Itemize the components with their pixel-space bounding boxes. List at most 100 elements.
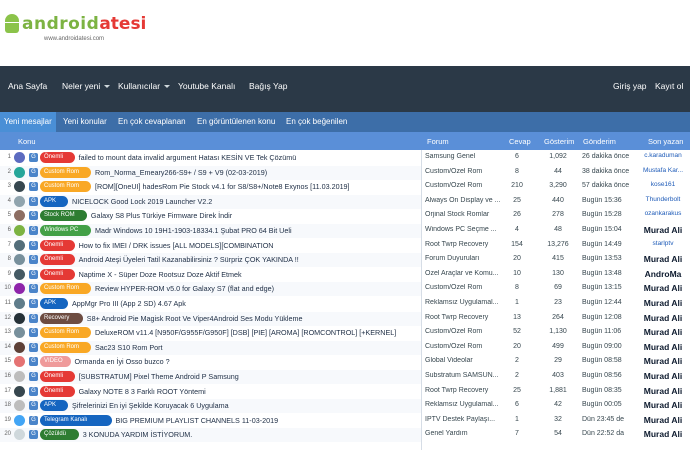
topic-title-link[interactable]: 3 KONUDA YARDIM İSTİYORUM.	[83, 430, 193, 439]
avatar[interactable]	[14, 385, 25, 397]
forum-link[interactable]: Custom/Özel Rom	[425, 343, 505, 350]
forum-link[interactable]: Custom/Özel Rom	[425, 182, 505, 189]
topic-title-link[interactable]: BIG PREMIUM PLAYLIST CHANNELS 11-03-2019	[116, 416, 279, 425]
forum-link[interactable]: Custom/Özel Rom	[425, 168, 505, 175]
col-sent[interactable]: Gönderim	[583, 137, 616, 146]
avatar[interactable]	[14, 371, 25, 382]
topic-title-link[interactable]: Sac23 S10 Rom Port	[95, 343, 163, 352]
last-user-link[interactable]: Murad Ali	[636, 313, 690, 323]
last-user-link[interactable]: kose161	[636, 181, 690, 188]
tab-most-liked[interactable]: En çok beğenilen	[286, 117, 347, 126]
topic-title-link[interactable]: Review HYPER-ROM v5.0 for Galaxy S7 (fla…	[95, 284, 274, 293]
table-row[interactable]: 19 G Telegram Kanalı BIG PREMIUM PLAYLIST C…	[0, 414, 690, 429]
last-user-link[interactable]: Murad Ali	[636, 415, 690, 425]
topic-title-link[interactable]: Şifrelerinizi En iyi Şekilde Koruyacak 6…	[72, 401, 229, 410]
table-row[interactable]: 4 G APK NICELOCK Good Lock 2019 Launcher V2…	[0, 194, 690, 210]
forum-link[interactable]: IPTV Destek Paylaşı...	[425, 416, 505, 423]
forum-link[interactable]: Genel Yardım	[425, 430, 505, 437]
last-user-link[interactable]: Murad Ali	[636, 225, 690, 235]
site-logo[interactable]: androidatesi www.androidatesi.com	[4, 14, 146, 42]
avatar[interactable]	[14, 152, 25, 163]
avatar[interactable]	[14, 166, 25, 178]
table-row[interactable]: 16 G Önemli [SUBSTRATUM] Pixel Theme Androi…	[0, 370, 690, 385]
topic-title-link[interactable]: Galaxy S8 Plus Türkiye Firmware Direk İn…	[91, 211, 232, 220]
table-row[interactable]: 12 G Recovery S8+ Android Pie Magisk Root V…	[0, 311, 690, 327]
forum-link[interactable]: Custom/Özel Rom	[425, 284, 505, 291]
topic-title-link[interactable]: How to fix IMEI / DRK issues [ALL MODELS…	[79, 241, 274, 250]
last-user-link[interactable]: AndroMa	[636, 269, 690, 279]
col-topic[interactable]: Konu	[18, 137, 36, 146]
register-link[interactable]: Kayıt ol	[655, 81, 683, 91]
topic-title-link[interactable]: Rom_Norma_Emeary266-S9+ / S9 + V9 (02-03…	[95, 168, 267, 177]
forum-link[interactable]: Reklamsız Uygulamal...	[425, 401, 505, 408]
last-user-link[interactable]: Murad Ali	[636, 342, 690, 352]
topic-title-link[interactable]: Android Ateşi Üyeleri Tatil Kazanabilirs…	[79, 255, 299, 264]
last-user-link[interactable]: ozankarakus	[636, 210, 690, 217]
avatar[interactable]	[14, 312, 25, 324]
nav-home[interactable]: Ana Sayfa	[8, 81, 47, 91]
last-user-link[interactable]: Murad Ali	[636, 283, 690, 293]
forum-link[interactable]: Windows PC Seçme ...	[425, 226, 505, 233]
last-user-link[interactable]: Thunderbolt	[636, 196, 690, 203]
table-row[interactable]: 10 G Custom Rom Review HYPER-ROM v5.0 for G…	[0, 282, 690, 297]
table-row[interactable]: 7 G Önemli How to fix IMEI / DRK issues [AL…	[0, 239, 690, 254]
avatar[interactable]	[14, 195, 25, 207]
topic-title-link[interactable]: S8+ Android Pie Magisk Root Ve Viper4And…	[87, 314, 303, 323]
table-row[interactable]: 5 G Stock ROM Galaxy S8 Plus Türkiye Firmwa…	[0, 209, 690, 224]
last-user-link[interactable]: Murad Ali	[636, 386, 690, 396]
last-user-link[interactable]: Murad Ali	[636, 371, 690, 381]
forum-link[interactable]: Root Twrp Recovery	[425, 241, 505, 248]
forum-link[interactable]: Root Twrp Recovery	[425, 314, 505, 321]
last-user-link[interactable]: Murad Ali	[636, 327, 690, 337]
topic-title-link[interactable]: [ROM][OneUI] hadesRom Pie Stock v4.1 for…	[95, 182, 350, 191]
forum-link[interactable]: Samsung Genel	[425, 153, 505, 160]
topic-title-link[interactable]: DeluxeROM v11.4 [N950F/G955F/G950F] [DSB…	[95, 328, 396, 337]
last-user-link[interactable]: Murad Ali	[636, 400, 690, 410]
nav-members[interactable]: Kullanıcılar	[118, 81, 171, 91]
table-row[interactable]: 15 G VIDEO Ormanda en İyi Osso buzco ? Globa…	[0, 355, 690, 370]
forum-link[interactable]: Root Twrp Recovery	[425, 387, 505, 394]
nav-youtube[interactable]: Youtube Kanalı	[178, 81, 235, 91]
table-row[interactable]: 2 G Custom Rom Rom_Norma_Emeary266-S9+ / S9…	[0, 165, 690, 181]
avatar[interactable]	[14, 268, 25, 280]
avatar[interactable]	[14, 239, 25, 251]
tab-new-posts[interactable]: Yeni mesajlar	[0, 112, 56, 132]
forum-link[interactable]: Custom/Özel Rom	[425, 328, 505, 335]
topic-title-link[interactable]: NICELOCK Good Lock 2019 Launcher V2.2	[72, 197, 212, 206]
forum-link[interactable]: Özel Araçlar ve Komu...	[425, 270, 505, 277]
topic-title-link[interactable]: [SUBSTRATUM] Pixel Theme Android P Samsu…	[79, 372, 239, 381]
last-user-link[interactable]: Murad Ali	[636, 298, 690, 308]
col-last-user[interactable]: Son yazan	[648, 137, 683, 146]
tab-new-topics[interactable]: Yeni konular	[63, 117, 107, 126]
last-user-link[interactable]: Murad Ali	[636, 254, 690, 264]
table-row[interactable]: 11 G APK AppMgr Pro III (App 2 SD) 4.67 Apk…	[0, 297, 690, 312]
forum-link[interactable]: Global Videolar	[425, 357, 505, 364]
topic-title-link[interactable]: AppMgr Pro III (App 2 SD) 4.67 Apk	[72, 299, 186, 308]
avatar[interactable]	[14, 298, 25, 309]
avatar[interactable]	[14, 414, 25, 426]
last-user-link[interactable]: starlptv	[636, 240, 690, 247]
table-row[interactable]: 13 G Custom Rom DeluxeROM v11.4 [N950F/G955…	[0, 326, 690, 341]
last-user-link[interactable]: Murad Ali	[636, 356, 690, 366]
last-user-link[interactable]: Mustafa Kar...	[636, 167, 690, 174]
col-forum[interactable]: Forum	[427, 137, 449, 146]
last-user-link[interactable]: c.karaduman	[636, 152, 690, 159]
table-row[interactable]: 8 G Önemli Android Ateşi Üyeleri Tatil Kaza…	[0, 253, 690, 268]
tab-most-viewed[interactable]: En görüntülenen konu	[197, 117, 275, 126]
col-views[interactable]: Gösterim	[544, 137, 574, 146]
table-row[interactable]: 9 G Önemli Naptime X - Süper Doze Rootsuz D…	[0, 268, 690, 283]
table-row[interactable]: 17 G Önemli Galaxy NOTE 8 3 Farklı ROOT Yön…	[0, 385, 690, 400]
forum-link[interactable]: Substratum SAMSUN...	[425, 372, 505, 379]
login-link[interactable]: Giriş yap	[613, 81, 647, 91]
forum-link[interactable]: Reklamsız Uygulamal...	[425, 299, 505, 306]
topic-title-link[interactable]: Naptime X - Süper Doze Rootsuz Doze Akti…	[79, 270, 242, 279]
table-row[interactable]: 20 G Çözüldü 3 KONUDA YARDIM İSTİYORUM. Gene…	[0, 428, 690, 443]
table-row[interactable]: 18 G APK Şifrelerinizi En iyi Şekilde Koruy…	[0, 399, 690, 414]
topic-title-link[interactable]: Madr Windows 10 19H1-1903-18334.1 Şubat …	[95, 226, 292, 235]
topic-title-link[interactable]: failed to mount data invalid argument Ha…	[79, 153, 297, 162]
topic-title-link[interactable]: Galaxy NOTE 8 3 Farklı ROOT Yöntemi	[79, 387, 206, 396]
table-row[interactable]: 1 G Önemli failed to mount data invalid arg…	[0, 151, 690, 166]
table-row[interactable]: 6 G Windows PC Madr Windows 10 19H1-1903-18…	[0, 224, 690, 239]
forum-link[interactable]: Always On Display ve ...	[425, 197, 505, 204]
col-replies[interactable]: Cevap	[509, 137, 531, 146]
